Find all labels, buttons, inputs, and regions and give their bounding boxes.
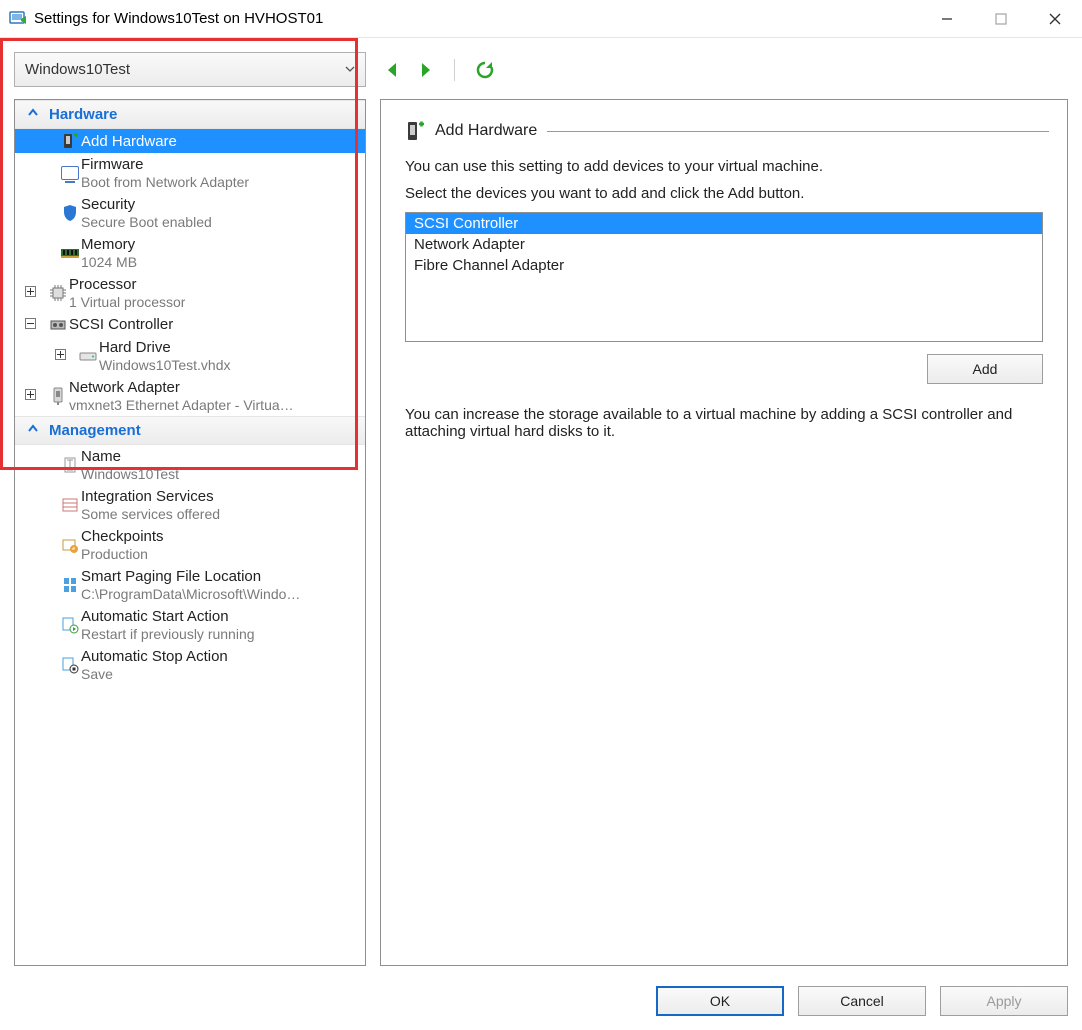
automatic-stop-icon: [59, 656, 81, 674]
tree-label: Firmware: [81, 156, 249, 173]
tree-sublabel: Save: [81, 665, 228, 682]
tree-sublabel: C:\ProgramData\Microsoft\Windo…: [81, 585, 300, 602]
maximize-button[interactable]: [974, 0, 1028, 38]
expander-minus-icon[interactable]: [21, 318, 39, 332]
tree-item-processor[interactable]: Processor 1 Virtual processor: [15, 273, 365, 313]
tree-label: Automatic Stop Action: [81, 648, 228, 665]
tree-label: SCSI Controller: [69, 316, 173, 333]
nav-forward-button[interactable]: [418, 61, 434, 79]
expander-plus-icon[interactable]: [51, 349, 69, 363]
expander-plus-icon[interactable]: [21, 389, 39, 403]
chevron-down-icon: [345, 61, 355, 78]
tree-sublabel: Production: [81, 545, 164, 562]
checkpoints-icon: [59, 536, 81, 554]
dialog-buttons: OK Cancel Apply: [656, 986, 1068, 1016]
tree-item-firmware[interactable]: Firmware Boot from Network Adapter: [15, 153, 365, 193]
tree-sublabel: Secure Boot enabled: [81, 213, 212, 230]
tree-item-add-hardware[interactable]: Add Hardware: [15, 129, 365, 153]
vm-selector[interactable]: Windows10Test: [14, 52, 366, 87]
tree-label: Hard Drive: [99, 339, 231, 356]
tree-item-automatic-stop[interactable]: Automatic Stop Action Save: [15, 645, 365, 685]
app-icon: [8, 9, 28, 29]
name-icon: [59, 456, 81, 474]
tree-item-integration-services[interactable]: Integration Services Some services offer…: [15, 485, 365, 525]
right-panel: Add Hardware You can use this setting to…: [380, 52, 1068, 966]
tree-label: Add Hardware: [81, 133, 177, 150]
tree-label: Security: [81, 196, 212, 213]
cancel-button[interactable]: Cancel: [798, 986, 926, 1016]
detail-title: Add Hardware: [435, 122, 537, 140]
section-title: Hardware: [49, 106, 117, 123]
toolbar-separator: [454, 59, 455, 81]
section-title: Management: [49, 422, 141, 439]
tree-label: Automatic Start Action: [81, 608, 255, 625]
window-title: Settings for Windows10Test on HVHOST01: [34, 10, 323, 27]
nav-back-button[interactable]: [384, 61, 400, 79]
collapse-icon: [27, 423, 39, 438]
tree-sublabel: Some services offered: [81, 505, 220, 522]
add-button[interactable]: Add: [927, 354, 1043, 384]
automatic-start-icon: [59, 616, 81, 634]
tree-label: Network Adapter: [69, 379, 294, 396]
tree-item-checkpoints[interactable]: Checkpoints Production: [15, 525, 365, 565]
refresh-button[interactable]: [475, 60, 495, 80]
vm-selector-value: Windows10Test: [25, 61, 130, 78]
navigation-toolbar: [380, 52, 1068, 87]
tree-item-memory[interactable]: Memory 1024 MB: [15, 233, 365, 273]
monitor-icon: [59, 166, 81, 180]
detail-instruct-text: Select the devices you want to add and c…: [405, 185, 1043, 202]
left-panel: Windows10Test Hardware: [14, 52, 366, 966]
tree-label: Smart Paging File Location: [81, 568, 300, 585]
add-hardware-icon: [405, 120, 425, 142]
detail-heading: Add Hardware: [399, 120, 1049, 142]
apply-button[interactable]: Apply: [940, 986, 1068, 1016]
minimize-button[interactable]: [920, 0, 974, 38]
hard-drive-icon: [77, 350, 99, 362]
section-header-hardware[interactable]: Hardware: [15, 100, 365, 129]
device-option-network[interactable]: Network Adapter: [406, 234, 1042, 255]
close-button[interactable]: [1028, 0, 1082, 38]
tree-sublabel: 1024 MB: [81, 253, 137, 270]
tree-label: Integration Services: [81, 488, 220, 505]
tree-item-scsi-controller[interactable]: SCSI Controller: [15, 313, 365, 336]
heading-rule: [547, 131, 1049, 132]
window-controls: [920, 0, 1082, 38]
settings-tree: Hardware Add Hardware: [14, 99, 366, 966]
device-option-fibre[interactable]: Fibre Channel Adapter: [406, 255, 1042, 276]
tree-item-automatic-start[interactable]: Automatic Start Action Restart if previo…: [15, 605, 365, 645]
tree-sublabel: 1 Virtual processor: [69, 293, 185, 310]
tree-item-security[interactable]: Security Secure Boot enabled: [15, 193, 365, 233]
add-hardware-icon: [59, 132, 81, 150]
detail-note-text: You can increase the storage available t…: [405, 406, 1043, 440]
tree-item-name[interactable]: Name Windows10Test: [15, 445, 365, 485]
ok-button[interactable]: OK: [656, 986, 784, 1016]
tree-label: Name: [81, 448, 179, 465]
detail-intro-text: You can use this setting to add devices …: [405, 158, 1043, 175]
collapse-icon: [27, 107, 39, 122]
tree-label: Checkpoints: [81, 528, 164, 545]
device-list[interactable]: SCSI Controller Network Adapter Fibre Ch…: [405, 212, 1043, 342]
section-header-management[interactable]: Management: [15, 416, 365, 445]
smart-paging-icon: [59, 576, 81, 594]
expander-plus-icon[interactable]: [21, 286, 39, 300]
integration-services-icon: [59, 497, 81, 513]
device-option-scsi[interactable]: SCSI Controller: [406, 213, 1042, 234]
network-adapter-icon: [47, 387, 69, 405]
tree-label: Processor: [69, 276, 185, 293]
tree-sublabel: Windows10Test: [81, 465, 179, 482]
processor-icon: [47, 284, 69, 302]
memory-icon: [59, 247, 81, 259]
tree-item-smart-paging[interactable]: Smart Paging File Location C:\ProgramDat…: [15, 565, 365, 605]
tree-item-hard-drive[interactable]: Hard Drive Windows10Test.vhdx: [15, 336, 365, 376]
tree-sublabel: vmxnet3 Ethernet Adapter - Virtua…: [69, 396, 294, 413]
tree-item-network-adapter[interactable]: Network Adapter vmxnet3 Ethernet Adapter…: [15, 376, 365, 416]
tree-sublabel: Boot from Network Adapter: [81, 173, 249, 190]
tree-label: Memory: [81, 236, 137, 253]
scsi-icon: [47, 317, 69, 333]
tree-sublabel: Restart if previously running: [81, 625, 255, 642]
shield-icon: [59, 204, 81, 222]
tree-sublabel: Windows10Test.vhdx: [99, 356, 231, 373]
title-bar: Settings for Windows10Test on HVHOST01: [0, 0, 1082, 38]
